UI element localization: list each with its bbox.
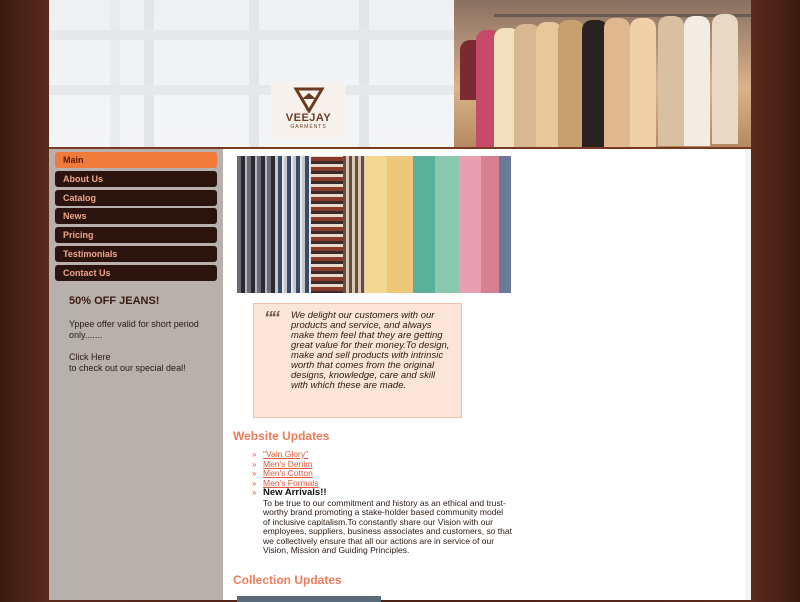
promo-box: 50% OFF JEANS! Yppee offer valid for sho… [69,295,214,385]
website-updates-title: Website Updates [233,429,330,443]
promo-cta: Click Here to check out our special deal… [69,352,214,374]
bullet-icon: » [252,450,257,459]
nav-item-catalog[interactable]: Catalog [55,189,217,206]
header-clothes-image [454,0,751,147]
header-window-image: VEEJAY GARMENTS [49,0,454,147]
update-link[interactable]: Men's Cotton [263,468,313,478]
logo-name: VEEJAY [285,112,332,124]
brand-logo[interactable]: VEEJAY GARMENTS [271,83,346,138]
promo-offer-text: Yppee offer valid for short period only.… [69,319,199,340]
update-link[interactable]: Men's Denim [263,459,312,469]
bullet-icon: » [252,469,257,478]
page-container: VEEJAY GARMENTS Main About Us Catalog Ne… [49,0,751,602]
sidebar: Main About Us Catalog News Pricing Testi… [49,149,223,600]
nav-item-testimonials[interactable]: Testimonials [55,245,217,262]
logo-icon [292,87,325,113]
main-nav: Main About Us Catalog News Pricing Testi… [55,152,217,284]
nav-item-main[interactable]: Main [55,152,217,168]
collection-updates-title: Collection Updates [233,573,342,587]
collection-photo [237,596,381,602]
bullet-icon: » [252,478,257,488]
nav-item-news[interactable]: News [55,208,217,225]
promo-title: 50% OFF JEANS! [69,295,160,307]
new-arrivals-text: To be true to our commitment and history… [263,497,512,555]
main-content: ““ We delight our customers with our pro… [225,149,745,602]
new-arrivals-title: New Arrivals!! [263,487,327,498]
bullet-icon: » [252,488,257,497]
shirts-photo [237,156,511,293]
quote-mark-icon: ““ [264,308,280,328]
nav-item-about-us[interactable]: About Us [55,170,217,187]
mission-quote-text: We delight our customers with our produc… [291,310,450,391]
logo-tagline: GARMENTS [290,124,327,130]
website-updates-list: » "Vain Glory" » Men's Denim » Men's Cot… [252,449,512,556]
slider-dots [422,139,467,147]
nav-item-contact-us[interactable]: Contact Us [55,264,217,281]
list-item: » New Arrivals!! [252,488,512,498]
update-link[interactable]: "Vain Glory" [263,449,308,459]
nav-item-pricing[interactable]: Pricing [55,227,217,244]
bullet-icon: » [252,459,257,469]
header-banner: VEEJAY GARMENTS [49,0,751,147]
mission-quote-box: ““ We delight our customers with our pro… [253,303,462,418]
promo-cta-description: to check out our special deal! [69,363,186,373]
promo-click-here-link[interactable]: Click Here [69,352,111,362]
content-edge [745,149,751,600]
update-link[interactable]: Men's Formals [263,478,318,488]
